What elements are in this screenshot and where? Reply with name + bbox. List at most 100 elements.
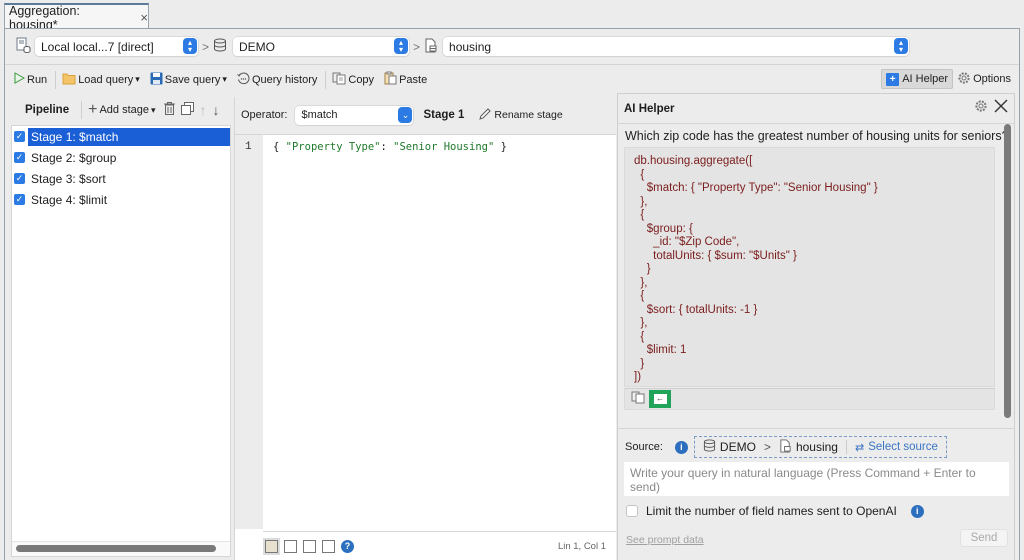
- ai-question: Which zip code has the greatest number o…: [625, 129, 1009, 143]
- copy-icon[interactable]: [631, 391, 645, 407]
- pipeline-panel: Pipeline + Add stage ▾ ↑ ↓ ✓ Stage 1: $ma…: [11, 97, 231, 560]
- database-icon: [213, 38, 227, 55]
- collection-value: housing: [449, 39, 492, 54]
- paste-icon: [384, 71, 397, 88]
- info-icon[interactable]: i: [910, 504, 924, 518]
- database-select[interactable]: DEMO ▴ ▾: [233, 37, 410, 56]
- collection-select[interactable]: housing ▴ ▾: [443, 37, 910, 56]
- editor-footer: ? Lin 1, Col 1: [263, 531, 616, 560]
- copy-label: Copy: [348, 73, 375, 86]
- pipeline-stage-item[interactable]: ✓ Stage 2: $group: [12, 147, 230, 168]
- run-button[interactable]: Run: [13, 72, 47, 87]
- indent-icon[interactable]: [303, 540, 316, 553]
- plus-icon: +: [88, 101, 98, 118]
- source-label: Source:: [625, 441, 663, 453]
- divider: [81, 101, 83, 119]
- database-value: DEMO: [239, 39, 276, 54]
- close-icon[interactable]: [994, 99, 1008, 116]
- code-editor[interactable]: 1 { "Property Type": "Senior Housing" } …: [235, 134, 616, 560]
- breadcrumb-chevron: >: [763, 440, 771, 454]
- move-down-icon[interactable]: ↓: [213, 102, 220, 118]
- stage-label: Stage 1: $match: [28, 127, 230, 146]
- horizontal-scrollbar[interactable]: [16, 545, 216, 552]
- connection-value: Local local...7 [direct]: [41, 39, 154, 54]
- code-key: "Property Type": [285, 141, 381, 153]
- gear-icon[interactable]: [974, 99, 988, 116]
- info-icon[interactable]: i: [674, 440, 688, 454]
- stage-enabled-checkbox[interactable]: ✓: [14, 173, 25, 184]
- folder-icon: [62, 72, 76, 88]
- collection-icon: [424, 38, 438, 56]
- delete-stage-icon[interactable]: [163, 102, 175, 118]
- ai-helper-panel: AI Helper Which zip code has the greates…: [617, 93, 1015, 560]
- save-query-label: Save query: [164, 73, 221, 86]
- paste-button[interactable]: Paste: [384, 71, 427, 88]
- rename-stage-label: Rename stage: [494, 109, 563, 121]
- ai-helper-label: AI Helper: [902, 73, 949, 85]
- pipeline-stage-item[interactable]: ✓ Stage 3: $sort: [12, 168, 230, 189]
- source-selector[interactable]: DEMO > housing ⇄ Select source: [693, 436, 947, 458]
- help-icon[interactable]: ?: [341, 540, 354, 553]
- paste-label: Paste: [399, 73, 428, 86]
- gear-icon: [957, 71, 971, 88]
- ai-helper-actions: [974, 99, 1008, 116]
- swap-arrows-icon: ⇄: [854, 441, 865, 454]
- code-value: "Senior Housing": [393, 141, 495, 153]
- stage-label: Stage 2: $group: [31, 150, 117, 165]
- stage-label: Stage 4: $limit: [31, 192, 108, 207]
- source-row: Source: i DEMO > housing ⇄ Select source: [625, 436, 947, 458]
- text-view-icon[interactable]: [284, 540, 297, 553]
- line-number: 1: [245, 141, 252, 153]
- copy-icon: [332, 72, 346, 88]
- ai-helper-header: AI Helper: [618, 94, 1014, 124]
- stage-title: Stage 1: [423, 109, 465, 121]
- connection-select[interactable]: Local local...7 [direct] ▴ ▾: [35, 37, 198, 56]
- stage-enabled-checkbox[interactable]: ✓: [14, 131, 25, 142]
- outdent-icon[interactable]: [322, 540, 335, 553]
- ai-sparkle-icon: +: [886, 72, 900, 86]
- stage-enabled-checkbox[interactable]: ✓: [14, 194, 25, 205]
- select-source-link[interactable]: Select source: [868, 441, 938, 453]
- insert-query-button[interactable]: ←: [649, 390, 671, 408]
- pipeline-header: Pipeline + Add stage ▾ ↑ ↓: [11, 97, 231, 123]
- pencil-icon: [478, 107, 492, 124]
- send-button[interactable]: Send: [960, 529, 1008, 547]
- toolbar-divider: [325, 70, 327, 89]
- divider: [845, 440, 847, 454]
- pipeline-stage-item[interactable]: ✓ Stage 4: $limit: [12, 189, 230, 210]
- dropdown-caret-icon: ▾: [222, 74, 227, 84]
- vertical-scrollbar[interactable]: [1004, 124, 1011, 418]
- stage-editor-panel: Operator: $match ⌄ Stage 1 Rename stage …: [234, 97, 616, 560]
- rename-stage-button[interactable]: Rename stage: [478, 107, 563, 124]
- see-prompt-data-link[interactable]: See prompt data: [626, 534, 704, 546]
- options-button[interactable]: Options: [957, 71, 1011, 88]
- close-tab-icon[interactable]: ×: [140, 10, 148, 25]
- play-icon: [13, 72, 26, 87]
- stage-enabled-checkbox[interactable]: ✓: [14, 152, 25, 163]
- add-stage-button[interactable]: + Add stage ▾: [88, 101, 155, 118]
- options-label: Options: [973, 73, 1011, 85]
- history-icon: [237, 72, 250, 88]
- format-code-icon[interactable]: [265, 540, 278, 553]
- ai-generated-query: db.housing.aggregate([ { $match: { "Prop…: [624, 147, 995, 387]
- toolbar: Run Load query ▾ Save query ▾ Query hist…: [5, 66, 1019, 93]
- duplicate-stage-icon[interactable]: [180, 102, 194, 118]
- natural-language-query-input[interactable]: [624, 462, 1009, 496]
- source-bar: Local local...7 [direct] ▴ ▾ > DEMO ▴ ▾ > …: [5, 29, 1019, 65]
- load-query-button[interactable]: Load query ▾: [62, 72, 140, 88]
- move-up-icon[interactable]: ↑: [200, 102, 207, 118]
- load-query-label: Load query: [78, 73, 134, 86]
- code-colon: :: [380, 141, 394, 153]
- cursor-position: Lin 1, Col 1: [557, 541, 606, 552]
- pipeline-stage-item[interactable]: ✓ Stage 1: $match: [12, 126, 230, 147]
- ai-helper-title: AI Helper: [624, 102, 675, 115]
- query-history-button[interactable]: Query history: [237, 72, 317, 88]
- save-query-button[interactable]: Save query ▾: [150, 72, 227, 88]
- limit-fields-checkbox[interactable]: [626, 505, 638, 517]
- copy-button[interactable]: Copy: [332, 72, 374, 88]
- ai-helper-toggle-button[interactable]: + AI Helper: [881, 69, 954, 89]
- operator-select[interactable]: $match ⌄: [295, 105, 414, 125]
- operator-label: Operator:: [241, 109, 288, 121]
- source-collection: housing: [795, 440, 838, 454]
- tab-aggregation-housing[interactable]: Aggregation: housing* ×: [4, 3, 149, 32]
